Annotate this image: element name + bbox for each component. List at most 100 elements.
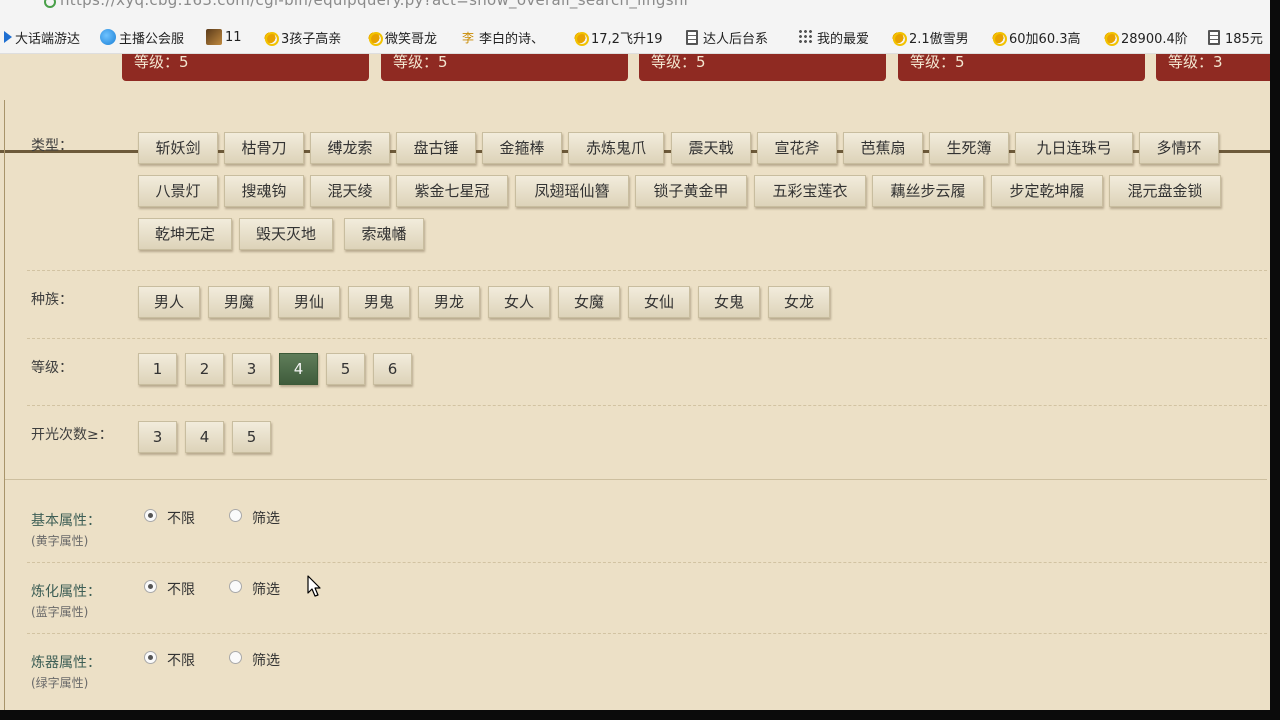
bookmark-label: 28900.4阶 <box>1121 31 1188 47</box>
filter-option-button[interactable]: 3 <box>232 353 271 385</box>
filter-option-button[interactable]: 女龙 <box>768 286 830 318</box>
filter-option-button[interactable]: 3 <box>138 421 177 453</box>
filter-option-button[interactable]: 搜魂钩 <box>224 175 304 207</box>
radio-filter[interactable] <box>229 580 242 593</box>
bookmark-item[interactable]: 28900.4阶 <box>1102 26 1188 48</box>
filter-option-button[interactable]: 步定乾坤履 <box>991 175 1103 207</box>
filter-row-type: 类型： 斩妖剑 枯骨刀 缚龙索 盘古锤 金箍棒 赤炼鬼爪 震天戟 宣花斧 芭蕉扇 生死簿 九日连珠弓… <box>5 100 1267 270</box>
bookmark-label: 微笑哥龙 <box>385 31 438 47</box>
grid-apps-icon <box>798 29 814 45</box>
radio-unlimited[interactable] <box>144 509 157 522</box>
filter-option-button[interactable]: 男仙 <box>278 286 340 318</box>
radio-unlimited-label[interactable]: 不限 <box>167 579 195 599</box>
filter-option-button[interactable]: 男龙 <box>418 286 480 318</box>
radio-filter-label[interactable]: 筛选 <box>252 579 280 599</box>
filter-option-button[interactable]: 缚龙索 <box>310 132 390 164</box>
bookmark-item[interactable]: 2.1傲雪男 <box>890 26 969 48</box>
filter-option-button[interactable]: 2 <box>185 353 224 385</box>
attribute-filter-row: 炼器属性： (绿字属性) 不限 筛选 <box>5 647 1267 707</box>
filter-option-button[interactable]: 五彩宝莲衣 <box>754 175 866 207</box>
filter-option-button[interactable]: 震天戟 <box>671 132 751 164</box>
filter-option-button[interactable]: 5 <box>232 421 271 453</box>
filter-option-button[interactable]: 凤翅瑶仙簪 <box>515 175 629 207</box>
game-avatar-icon <box>206 29 222 45</box>
filter-option-button[interactable]: 乾坤无定 <box>138 218 232 250</box>
bookmark-item[interactable]: 3孩子高亲 <box>262 26 341 48</box>
radio-unlimited-label[interactable]: 不限 <box>167 650 195 670</box>
filter-option-button[interactable]: 男鬼 <box>348 286 410 318</box>
result-card-level[interactable]: 等级：5 <box>639 54 886 81</box>
radio-unlimited[interactable] <box>144 651 157 664</box>
radio-filter[interactable] <box>229 651 242 664</box>
filter-option-button[interactable]: 混天绫 <box>310 175 390 207</box>
filter-option-button[interactable]: 6 <box>373 353 412 385</box>
address-bar[interactable]: https://xyq.cbg.163.com/cgi-bin/equipque… <box>0 0 1270 20</box>
bookmark-item[interactable]: 微笑哥龙 <box>366 26 437 48</box>
section-divider <box>5 479 1267 480</box>
radio-filter[interactable] <box>229 509 242 522</box>
filter-option-button[interactable]: 男魔 <box>208 286 270 318</box>
result-card-level[interactable]: 等级：3 <box>1156 54 1270 81</box>
filter-option-button[interactable]: 混元盘金锁 <box>1109 175 1221 207</box>
bookmark-item[interactable]: 17,2飞升19 <box>572 26 663 48</box>
radio-unlimited[interactable] <box>144 580 157 593</box>
bookmark-item[interactable]: 达人后台系 <box>686 26 768 48</box>
attribute-sublabel: (黄字属性) <box>31 534 89 548</box>
filter-option-button[interactable]: 女人 <box>488 286 550 318</box>
bookmark-item[interactable]: 185元 <box>1208 26 1263 48</box>
bookmark-label: 大话端游达 <box>15 31 81 47</box>
bookmark-label: 2.1傲雪男 <box>909 31 969 47</box>
filter-option-button[interactable]: 女魔 <box>558 286 620 318</box>
radio-filter-label[interactable]: 筛选 <box>252 650 280 670</box>
result-card-level[interactable]: 等级：5 <box>122 54 369 81</box>
filter-option-button[interactable]: 紫金七星冠 <box>396 175 508 207</box>
filter-option-button[interactable]: 赤炼鬼爪 <box>568 132 664 164</box>
bookmark-item[interactable]: 60加60.3高 <box>990 26 1081 48</box>
star-coin-icon <box>890 29 907 46</box>
filter-option-button[interactable]: 宣花斧 <box>757 132 837 164</box>
filter-option-button[interactable]: 4 <box>279 353 318 385</box>
address-url[interactable]: https://xyq.cbg.163.com/cgi-bin/equipque… <box>60 0 688 9</box>
radio-unlimited-label[interactable]: 不限 <box>167 508 195 528</box>
filter-option-button[interactable]: 斩妖剑 <box>138 132 218 164</box>
filter-option-button[interactable]: 生死簿 <box>929 132 1009 164</box>
filter-option-button[interactable]: 八景灯 <box>138 175 218 207</box>
star-coin-icon <box>262 29 279 46</box>
filter-option-button[interactable]: 多情环 <box>1139 132 1219 164</box>
result-card-level[interactable]: 等级：5 <box>898 54 1145 81</box>
filter-option-button[interactable]: 5 <box>326 353 365 385</box>
filter-option-button[interactable]: 毁天灭地 <box>239 218 333 250</box>
bookmark-item[interactable]: 我的最爱 <box>798 26 869 48</box>
filter-option-button[interactable]: 枯骨刀 <box>224 132 304 164</box>
radio-filter-label[interactable]: 筛选 <box>252 508 280 528</box>
play-triangle-icon <box>4 31 12 43</box>
bookmark-item[interactable]: 李李白的诗、 <box>460 26 544 48</box>
filter-option-button[interactable]: 锁子黄金甲 <box>635 175 747 207</box>
item-results-strip: 等级：5 等级：5 等级：5 等级：5 等级：3 <box>0 54 1270 153</box>
filter-option-button[interactable]: 索魂幡 <box>344 218 424 250</box>
filter-option-button[interactable]: 女仙 <box>628 286 690 318</box>
bookmark-label: 李白的诗、 <box>479 31 545 47</box>
filter-option-button[interactable]: 4 <box>185 421 224 453</box>
filter-option-button[interactable]: 金箍棒 <box>482 132 562 164</box>
result-card-level[interactable]: 等级：5 <box>381 54 628 81</box>
attribute-sublabel: (蓝字属性) <box>31 605 89 619</box>
bookmark-label: 17,2飞升19 <box>591 31 663 47</box>
bookmark-item[interactable]: 大话端游达 <box>4 26 80 48</box>
bookmark-item[interactable]: 主播公会服 <box>100 26 184 48</box>
browser-viewport: https://xyq.cbg.163.com/cgi-bin/equipque… <box>0 0 1270 710</box>
filter-option-button[interactable]: 盘古锤 <box>396 132 476 164</box>
bookmark-label: 主播公会服 <box>119 31 185 47</box>
filter-option-button[interactable]: 芭蕉扇 <box>843 132 923 164</box>
filter-option-button[interactable]: 女鬼 <box>698 286 760 318</box>
filter-option-button[interactable]: 1 <box>138 353 177 385</box>
bookmark-item[interactable]: 11 <box>206 26 242 48</box>
star-coin-icon <box>1102 29 1119 46</box>
filter-option-button[interactable]: 藕丝步云履 <box>872 175 984 207</box>
blue-logo-icon <box>100 29 116 45</box>
filter-option-button[interactable]: 九日连珠弓 <box>1015 132 1133 164</box>
filter-row-kaiguang: 开光次数≥： 345 <box>5 406 1267 476</box>
document-icon <box>1208 29 1220 45</box>
star-coin-icon <box>572 29 589 46</box>
filter-option-button[interactable]: 男人 <box>138 286 200 318</box>
